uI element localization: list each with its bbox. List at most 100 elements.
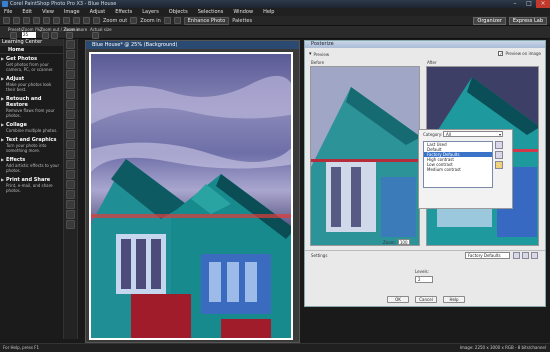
preset-item[interactable]: Medium contrast — [424, 167, 492, 172]
lc-item-desc: Remove flaws from your photos. — [6, 108, 55, 118]
zoom-in-button[interactable]: Zoom in — [140, 18, 161, 24]
actual-size-icon[interactable] — [92, 32, 99, 39]
lc-item-adjust[interactable]: Adjust Make your photos look their best. — [0, 74, 63, 94]
lc-item-retouch[interactable]: Retouch and Restore Remove flaws from yo… — [0, 94, 63, 120]
preset-shape-icon[interactable] — [66, 200, 75, 209]
randomize-icon[interactable] — [531, 252, 538, 259]
minimize-button[interactable]: – — [508, 0, 522, 8]
airbrush-icon[interactable] — [66, 170, 75, 179]
ok-button[interactable]: OK — [387, 296, 409, 303]
pick-tool-icon[interactable] — [66, 60, 75, 69]
warp-brush-icon[interactable] — [66, 220, 75, 229]
preview-label: Preview — [313, 51, 330, 57]
dodge-tool-icon[interactable] — [66, 130, 75, 139]
lc-item-effects[interactable]: Effects Add artistic effects to your pho… — [0, 155, 63, 175]
settings-value: Factory Defaults — [468, 253, 501, 258]
dropper-tool-icon[interactable] — [66, 80, 75, 89]
menu-layers[interactable]: Layers — [142, 9, 159, 15]
lc-item-text-graphics[interactable]: Text and Graphics Turn your photo into s… — [0, 135, 63, 155]
text-tool-icon[interactable] — [66, 190, 75, 199]
preview-on-image-label: Preview on image — [505, 51, 541, 56]
palettes-menu[interactable]: Palettes — [232, 18, 252, 24]
zoom-control: Zoom: 100 — [383, 239, 410, 245]
lc-item-collage[interactable]: Collage Combine multiple photos. — [0, 120, 63, 135]
menu-view[interactable]: View — [42, 9, 54, 15]
app-icon[interactable] — [2, 1, 8, 7]
title-bar: Corel PaintShop Photo Pro X3 - Blue Hous… — [0, 0, 550, 8]
zoom-in-small-icon[interactable] — [51, 32, 58, 39]
folder-icon[interactable] — [495, 161, 503, 169]
organizer-button[interactable]: Organizer — [473, 17, 506, 25]
menu-window[interactable]: Window — [233, 9, 253, 15]
zoom-in-icon[interactable] — [130, 17, 138, 24]
view-icon[interactable] — [163, 17, 171, 24]
flood-fill-icon[interactable] — [66, 180, 75, 189]
menu-objects[interactable]: Objects — [169, 9, 188, 15]
zoom-out-icon[interactable] — [93, 17, 100, 24]
smudge-tool-icon[interactable] — [66, 140, 75, 149]
help-button[interactable]: Help — [443, 296, 465, 303]
clone-brush-icon[interactable] — [66, 120, 75, 129]
lc-item-get-photos[interactable]: Get Photos Get photos from your camera, … — [0, 54, 63, 74]
before-preview[interactable] — [310, 66, 420, 246]
menu-adjust[interactable]: Adjust — [90, 9, 106, 15]
window-controls: – □ × — [508, 0, 550, 8]
preview-collapse-icon[interactable]: ▾ — [309, 51, 312, 57]
menu-help[interactable]: Help — [263, 9, 274, 15]
new-file-icon[interactable] — [3, 17, 10, 24]
lc-item-print-share[interactable]: Print and Share Print, e-mail, and share… — [0, 175, 63, 195]
menu-file[interactable]: File — [4, 9, 12, 15]
preview-on-image-checkbox[interactable]: ✓ — [498, 51, 504, 56]
menu-selections[interactable]: Selections — [198, 9, 224, 15]
undo-icon[interactable] — [43, 17, 50, 24]
zoom-percent-field[interactable]: 25 — [22, 32, 36, 38]
rotate-right-icon[interactable] — [73, 17, 80, 24]
enhance-photo-button[interactable]: Enhance Photo — [183, 16, 230, 25]
menu-effects[interactable]: Effects — [115, 9, 132, 15]
zoom-out-button[interactable]: Zoom out — [103, 18, 127, 24]
pen-tool-icon[interactable] — [66, 210, 75, 219]
zoom-tool-icon[interactable] — [66, 50, 75, 59]
zoom-tool-icon[interactable] — [10, 32, 17, 39]
save-preset-icon[interactable] — [495, 141, 503, 149]
zoom-out-small-icon[interactable] — [42, 32, 49, 39]
save-icon[interactable] — [23, 17, 30, 24]
red-eye-tool-icon[interactable] — [66, 110, 75, 119]
eraser-tool-icon[interactable] — [66, 150, 75, 159]
status-image-info: Image: 2250 x 3000 x RGB - 8 bits/channe… — [459, 345, 546, 350]
rotate-left-icon[interactable] — [63, 17, 70, 24]
menu-image[interactable]: Image — [64, 9, 80, 15]
print-icon[interactable] — [33, 17, 40, 24]
preview-toggle[interactable]: ▾ Preview — [309, 51, 329, 57]
status-bar: For Help, press F1 Image: 2250 x 3000 x … — [0, 343, 550, 352]
crop-tool-icon[interactable] — [66, 90, 75, 99]
redo-icon[interactable] — [53, 17, 60, 24]
reset-settings-icon[interactable] — [522, 252, 529, 259]
crop-icon[interactable] — [83, 17, 90, 24]
open-file-icon[interactable] — [13, 17, 20, 24]
pan-tool-icon[interactable] — [66, 40, 75, 49]
express-lab-button[interactable]: Express Lab — [508, 17, 547, 25]
zoom-field[interactable]: 100 — [397, 239, 410, 245]
close-button[interactable]: × — [536, 0, 550, 8]
camera-icon[interactable] — [173, 17, 181, 24]
paint-brush-icon[interactable] — [66, 160, 75, 169]
levels-field[interactable]: 2 — [415, 276, 433, 283]
menu-edit[interactable]: Edit — [22, 9, 32, 15]
reset-preset-icon[interactable] — [495, 151, 503, 159]
maximize-button[interactable]: □ — [522, 0, 536, 8]
preset-list[interactable]: Last Used Default Factory Defaults High … — [423, 141, 493, 188]
before-image — [311, 67, 419, 245]
levels-label: Levels: — [415, 269, 429, 274]
preset-actions — [495, 141, 503, 171]
preview-on-image[interactable]: ✓ Preview on image — [498, 51, 541, 56]
save-settings-icon[interactable] — [513, 252, 520, 259]
category-select[interactable]: All ▾ — [443, 131, 503, 137]
lc-item-desc: Combine multiple photos. — [6, 128, 58, 133]
selection-tool-icon[interactable] — [66, 70, 75, 79]
zoom-more-icon[interactable] — [66, 32, 73, 39]
settings-select[interactable]: Factory Defaults — [465, 252, 510, 259]
straighten-tool-icon[interactable] — [66, 100, 75, 109]
cancel-button[interactable]: Cancel — [415, 296, 437, 303]
learning-center-home[interactable]: Home — [0, 46, 63, 54]
